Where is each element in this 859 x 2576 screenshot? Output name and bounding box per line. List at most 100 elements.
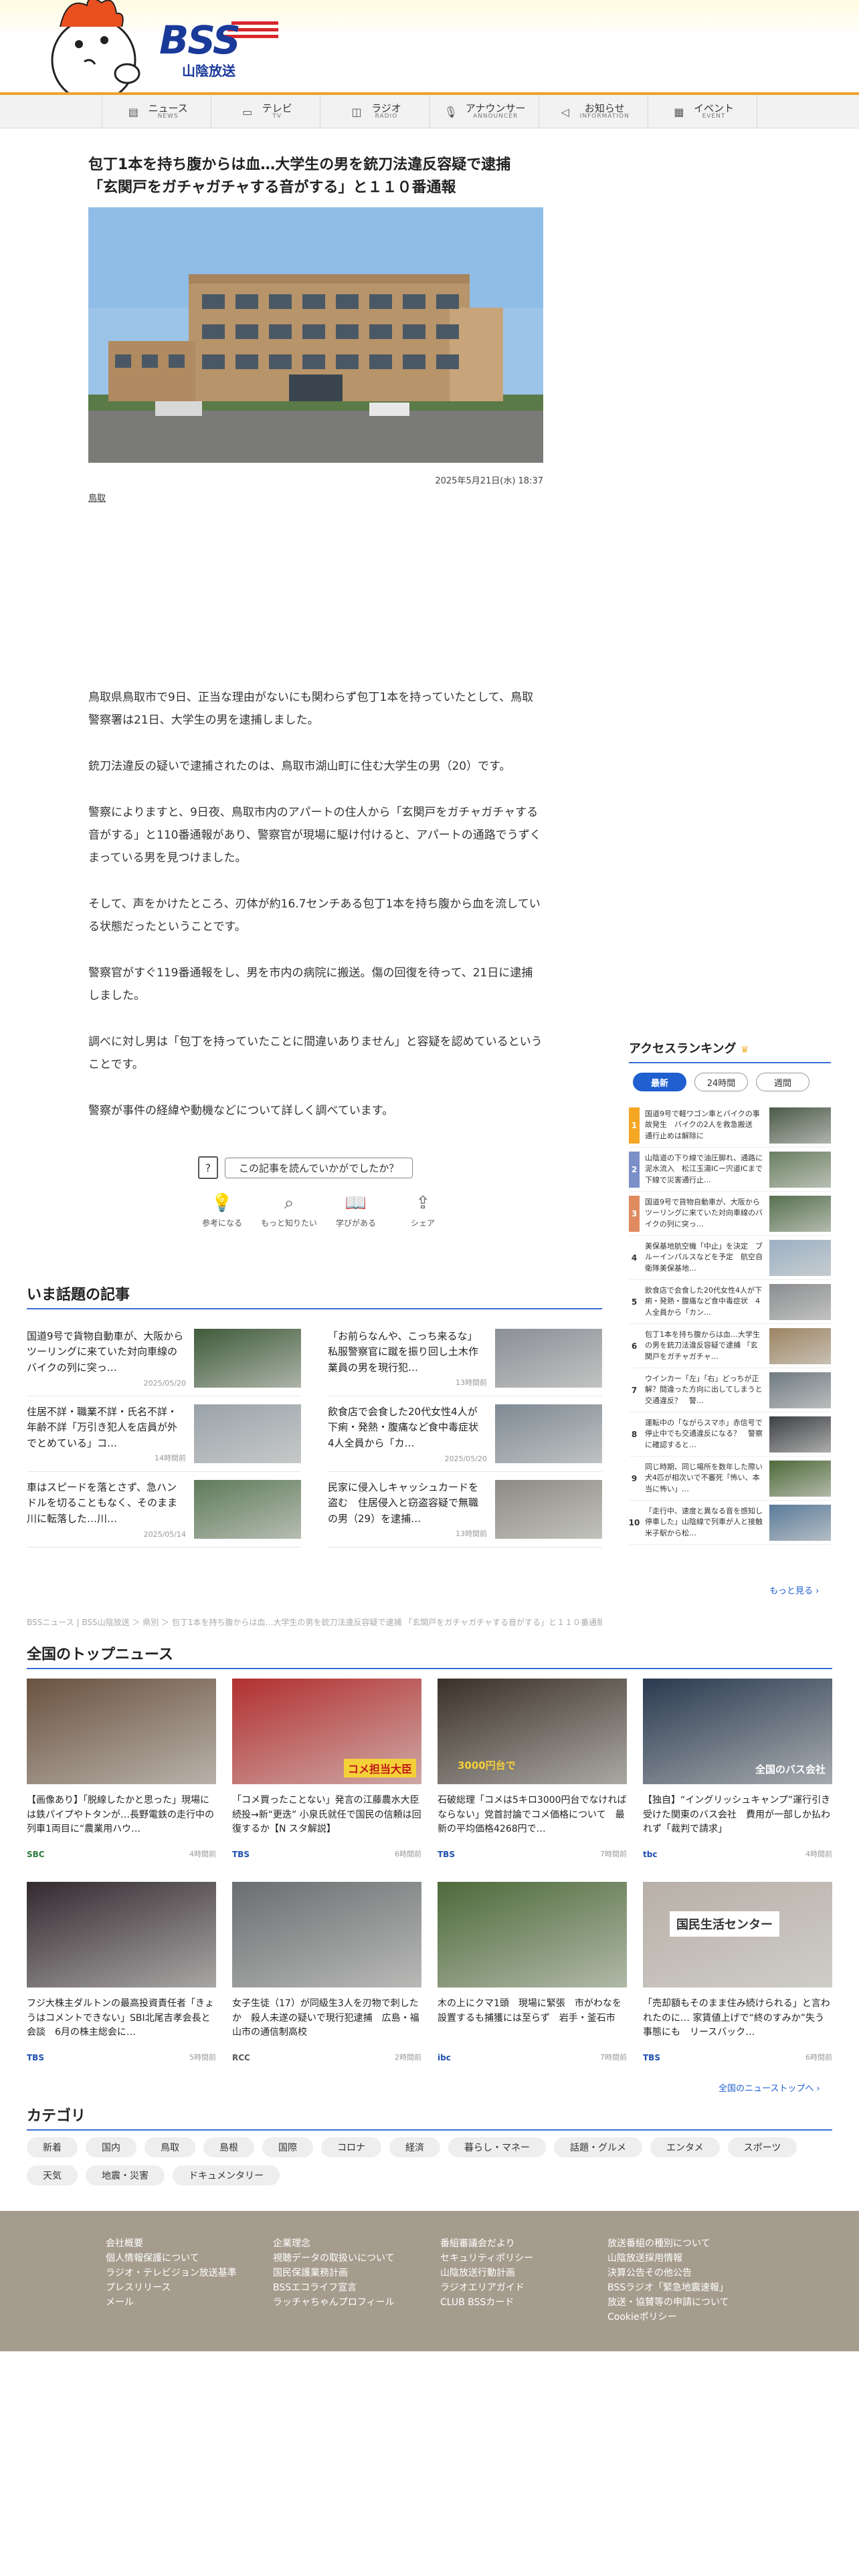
ranking-item[interactable]: 7 ウインカー「左」「右」どっちが正解？間違った方向に出してしまうと交通違反？ 警… <box>629 1368 831 1412</box>
ranking-item[interactable]: 3 国道9号で貨物自動車が、大阪からツーリングに来ていた対向車線のバイクの列に突っ… <box>629 1192 831 1236</box>
national-news-card[interactable]: フジ大株主ダルトンの最高投資責任者「きょうはコメントできない」SBI北尾吉孝会長… <box>27 1882 216 2062</box>
footer-link[interactable]: 個人情報保護について <box>106 2251 273 2266</box>
ranking-number: 9 <box>631 1473 638 1483</box>
footer-link[interactable]: 決算公告その他公告 <box>607 2266 775 2280</box>
thumbnail-caption: コメ担当大臣 <box>343 1759 416 1778</box>
ranking-item[interactable]: 5 飲食店で会食した20代女性4人が下痢・発熱・腹痛など食中毒症状 4人全員から「… <box>629 1280 831 1324</box>
footer-link[interactable]: 国民保護業務計画 <box>273 2266 440 2280</box>
ranking-number: 4 <box>631 1253 638 1263</box>
footer-link[interactable]: ラッチャちゃんプロフィール <box>273 2295 440 2310</box>
national-news-card[interactable]: 女子生徒（17）が同級生3人を刃物で刺したか 殺人未遂の疑いで現行犯逮捕 広島・… <box>232 1882 421 2062</box>
nav-event[interactable]: ▦ イベント EVENT <box>647 95 758 128</box>
footer-column: 番組審議会だより セキュリティポリシー 山陰放送行動計画 ラジオエリアガイド C… <box>440 2236 607 2325</box>
category-chip[interactable]: 暮らし・マネー <box>448 2137 546 2157</box>
category-chip[interactable]: 地震・災害 <box>86 2165 165 2185</box>
reaction-learn-more-button[interactable]: ⌕ もっと知りたい <box>261 1193 317 1228</box>
national-news-thumbnail <box>438 1882 627 1988</box>
trending-item[interactable]: 国道9号で貨物自動車が、大阪からツーリングに来ていた対向車線のバイクの列に突っ…… <box>27 1321 301 1396</box>
footer-link[interactable]: 放送・協賛等の申請について <box>607 2295 775 2310</box>
footer-link[interactable]: セキュリティポリシー <box>440 2251 607 2266</box>
footer-link[interactable]: BSSラジオ「緊急地震速報」 <box>607 2280 775 2295</box>
national-heading: 全国のトップニュース <box>27 1642 832 1669</box>
footer-link[interactable]: CLUB BSSカード <box>440 2295 607 2310</box>
trending-item[interactable]: 車はスピードを落とさず、急ハンドルを切ることもなく、そのまま川に転落した…川… 2… <box>27 1472 301 1547</box>
ranking-item[interactable]: 1 国道9号で軽ワゴン車とバイクの事故発生 バイクの2人を救急搬送 通行止めは解除… <box>629 1103 831 1148</box>
nav-news[interactable]: ▤ ニュース NEWS <box>102 95 211 128</box>
footer-link[interactable]: ラジオ・テレビジョン放送基準 <box>106 2266 273 2280</box>
trending-date: 14時間前 <box>155 1454 186 1463</box>
nav-sublabel: INFORMATION <box>579 113 630 120</box>
nav-sublabel: EVENT <box>702 113 726 120</box>
footer-link[interactable]: 視聴データの取扱いについて <box>273 2251 440 2266</box>
ranking-item[interactable]: 2 山陰道の下り線で油圧脚れ、通路に泥水流入 松江玉湯ICー宍道ICまで下線で災害… <box>629 1148 831 1192</box>
footer-link[interactable]: ラジオエリアガイド <box>440 2280 607 2295</box>
ranking-tab-24h[interactable]: 24時間 <box>694 1073 748 1091</box>
reaction-helpful-button[interactable]: 💡 参考になる <box>194 1193 250 1228</box>
article-tag-link[interactable]: 鳥取 <box>88 491 106 504</box>
footer-link[interactable]: 会社概要 <box>106 2236 273 2251</box>
national-news-title: 女子生徒（17）が同級生3人を刃物で刺したか 殺人未遂の疑いで現行犯逮捕 広島・… <box>232 1998 419 2038</box>
category-chip[interactable]: 新着 <box>27 2137 78 2157</box>
category-chip[interactable]: 経済 <box>389 2137 440 2157</box>
trending-item[interactable]: 民家に侵入しキャッシュカードを盗む 住居侵入と窃盗容疑で無職の男（29）を逮捕…… <box>328 1472 602 1547</box>
footer-link[interactable]: 放送番組の種別について <box>607 2236 775 2251</box>
trending-item[interactable]: 住居不詳・職業不詳・氏名不詳・年齢不詳「万引き犯人を店員が外でとめている」コ… 1… <box>27 1396 301 1472</box>
footer-link[interactable]: 企業理念 <box>273 2236 440 2251</box>
ranking-item[interactable]: 6 包丁1本を持ち腹からは血…大学生の男を銃刀法違反容疑で逮捕 「玄関戸をガチャガ… <box>629 1324 831 1368</box>
book-icon: 📖 <box>345 1193 367 1213</box>
trending-item[interactable]: 飲食店で会食した20代女性4人が下痢・発熱・腹痛など食中毒症状 4人全員から「カ… <box>328 1396 602 1472</box>
site-footer: 会社概要 個人情報保護について ラジオ・テレビジョン放送基準 プレスリリース メ… <box>0 2211 859 2351</box>
ranking-item[interactable]: 8 運転中の「ながらスマホ」赤信号で停止中でも交通違反になる？ 警察に確認すると… <box>629 1412 831 1457</box>
reaction-share-button[interactable]: ⇪ シェア <box>395 1193 451 1228</box>
source-badge: TBS <box>438 1850 455 1859</box>
national-news-date: 2時間前 <box>395 2053 421 2062</box>
ranking-tab-weekly[interactable]: 週間 <box>756 1073 809 1091</box>
footer-link[interactable]: 山陰放送採用情報 <box>607 2251 775 2266</box>
category-chip[interactable]: 国際 <box>262 2137 313 2157</box>
footer-link[interactable]: Cookieポリシー <box>607 2310 775 2325</box>
category-chip[interactable]: エンタメ <box>650 2137 720 2157</box>
footer-link[interactable]: 山陰放送行動計画 <box>440 2266 607 2280</box>
nav-information[interactable]: ◁ お知らせ INFORMATION <box>538 95 648 128</box>
category-chip[interactable]: 天気 <box>27 2165 78 2185</box>
national-news-card[interactable]: 【画像あり】「脱線したかと思った」現場には鉄パイプやトタンが…長野電鉄の走行中の… <box>27 1679 216 1859</box>
national-news-date: 4時間前 <box>189 1850 216 1858</box>
nav-radio[interactable]: ◫ ラジオ RADIO <box>320 95 429 128</box>
national-news-title: 石破総理「コメは5キロ3000円台でなければならない」党首討論でコメ価格について… <box>438 1795 627 1835</box>
national-news-thumbnail <box>232 1882 421 1988</box>
category-chip[interactable]: 鳥取 <box>145 2137 195 2157</box>
ranking-item[interactable]: 4 美保基地航空機「中止」を決定 ブルーインパルスなどを予定 航空自衛隊美保基地… <box>629 1236 831 1280</box>
national-more-link[interactable]: 全国のニューストップへ › <box>719 2081 820 2094</box>
ranking-more-link[interactable]: もっと見る › <box>769 1584 819 1596</box>
national-news-card[interactable]: コメ担当大臣 「コメ買ったことない」発言の江藤農水大臣 続投→新“更迭” 小泉氏… <box>232 1679 421 1859</box>
nav-label: テレビ <box>262 102 292 114</box>
footer-link[interactable]: BSSエコライフ宣言 <box>273 2280 440 2295</box>
national-news-card[interactable]: 木の上にクマ1頭 現場に緊張 市がわなを設置するも捕獲には至らず 岩手・釜石市 … <box>438 1882 627 2062</box>
ranking-item[interactable]: 10 「走行中、速度と異なる音を感知し停車した」山陰線で列車が人と接触 米子駅から… <box>629 1501 831 1545</box>
source-badge: TBS <box>643 2053 660 2062</box>
trending-title: 住居不詳・職業不詳・氏名不詳・年齢不詳「万引き犯人を店員が外でとめている」コ… <box>27 1406 178 1449</box>
category-chip[interactable]: 国内 <box>86 2137 136 2157</box>
footer-link[interactable]: プレスリリース <box>106 2280 273 2295</box>
national-news-card[interactable]: 3000円台で 石破総理「コメは5キロ3000円台でなければならない」党首討論で… <box>438 1679 627 1859</box>
footer-link[interactable]: 番組審議会だより <box>440 2236 607 2251</box>
ranking-number: 1 <box>629 1107 640 1144</box>
nav-tv[interactable]: ▭ テレビ TV <box>211 95 320 128</box>
reaction-educational-button[interactable]: 📖 学びがある <box>328 1193 384 1228</box>
ranking-tab-latest[interactable]: 最新 <box>633 1073 686 1091</box>
category-chip[interactable]: コロナ <box>321 2137 381 2157</box>
national-news-card[interactable]: 全国のバス会社 【独自】“イングリッシュキャンプ”運行引き受けた関東のバス会社 … <box>643 1679 832 1859</box>
trending-item[interactable]: 「お前らなんや、こっち来るな」私服警察官に蹴を振り回し土木作業員の男を現行犯… 1… <box>328 1321 602 1396</box>
national-news-card[interactable]: 国民生活センター 「売却額もそのまま住み続けられる」と言われたのに… 家賃値上げ… <box>643 1882 832 2062</box>
category-chip[interactable]: ドキュメンタリー <box>173 2165 280 2185</box>
category-chip[interactable]: スポーツ <box>727 2137 797 2157</box>
breadcrumb[interactable]: BSSニュース | BSS山陰放送 ＞ 県別 ＞ 包丁1本を持ち腹からは血…大学… <box>27 1616 602 1628</box>
footer-link[interactable]: メール <box>106 2295 273 2310</box>
category-chip[interactable]: 島根 <box>203 2137 254 2157</box>
feedback-label: この記事を読んでいかがでしたか？ <box>225 1157 413 1178</box>
nav-announcer[interactable]: 🎙 アナウンサー ANNOUNCER <box>429 95 539 128</box>
category-chip[interactable]: 話題・グルメ <box>554 2137 642 2157</box>
ranking-heading: アクセスランキング ♛ <box>629 1039 831 1063</box>
ranking-thumbnail <box>769 1151 831 1188</box>
ranking-item[interactable]: 9 同じ時期、同じ場所を数年した際い犬4匹が相次いで不審死「怖い、本当に怖い」… <box>629 1457 831 1501</box>
